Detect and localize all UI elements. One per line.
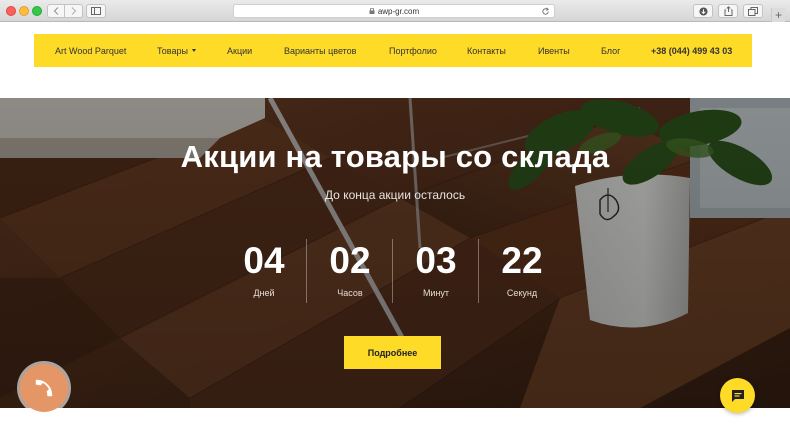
tabs-icon: [748, 6, 758, 16]
url-text: awp-gr.com: [377, 6, 420, 16]
nav-item-events[interactable]: Ивенты: [538, 34, 570, 67]
nav-item-label: Товары: [157, 45, 188, 56]
hero-title: Акции на товары со склада: [180, 139, 610, 174]
phone-icon: [35, 379, 53, 397]
chevron-left-icon: [53, 7, 59, 15]
countdown-seconds: 22 Секунд: [482, 240, 562, 299]
forward-button[interactable]: [65, 4, 83, 18]
countdown-label: Минут: [422, 288, 450, 298]
chevron-right-icon: [71, 7, 76, 15]
site-header: Art Wood Parquet Товары Акции Варианты ц…: [34, 34, 752, 67]
hero-subtitle: До конца акции осталось: [324, 188, 466, 202]
back-button[interactable]: [47, 4, 65, 18]
chevron-down-icon: [191, 49, 196, 52]
nav-item-color-variants[interactable]: Варианты цветов: [284, 34, 356, 67]
minimize-window-button[interactable]: [19, 6, 29, 16]
downloads-button[interactable]: [693, 4, 713, 18]
countdown-value: 22: [501, 240, 543, 281]
sidebar-toggle-button[interactable]: [86, 4, 106, 18]
countdown-value: 02: [329, 240, 371, 281]
browser-toolbar: awp-gr.com +: [0, 0, 790, 22]
chat-icon: [731, 389, 744, 402]
zoom-window-button[interactable]: [32, 6, 42, 16]
tab-overview-button[interactable]: [743, 4, 763, 18]
brand-logo-link[interactable]: Art Wood Parquet: [55, 34, 126, 67]
chat-button[interactable]: [720, 378, 755, 413]
countdown-hours: 02 Часов: [310, 240, 390, 299]
reload-icon[interactable]: [541, 7, 550, 16]
download-icon: [698, 6, 708, 16]
countdown-days: 04 Дней: [224, 240, 304, 299]
countdown-divider: [306, 239, 307, 303]
close-window-button[interactable]: [6, 6, 16, 16]
countdown-value: 03: [415, 240, 457, 281]
phone-link[interactable]: +38 (044) 499 43 03: [651, 34, 732, 67]
callback-button[interactable]: [20, 364, 68, 412]
nav-item-promotions[interactable]: Акции: [227, 34, 252, 67]
countdown-divider: [478, 239, 479, 303]
hero-section: Акции на товары со склада До конца акции…: [0, 98, 790, 408]
share-button[interactable]: [718, 4, 738, 18]
share-icon: [724, 6, 732, 16]
countdown-label: Часов: [337, 288, 363, 298]
countdown-label: Дней: [253, 288, 275, 298]
more-details-button[interactable]: Подробнее: [344, 336, 441, 369]
sidebar-icon: [91, 7, 101, 15]
address-bar[interactable]: awp-gr.com: [233, 4, 555, 18]
lock-icon: [369, 8, 375, 14]
new-tab-button[interactable]: +: [771, 8, 785, 22]
nav-item-blog[interactable]: Блог: [601, 34, 620, 67]
nav-item-products[interactable]: Товары: [157, 34, 196, 67]
countdown-label: Секунд: [506, 288, 538, 298]
countdown-minutes: 03 Минут: [396, 240, 476, 299]
countdown-divider: [392, 239, 393, 303]
nav-item-portfolio[interactable]: Портфолио: [389, 34, 437, 67]
nav-item-contacts[interactable]: Контакты: [467, 34, 506, 67]
countdown-value: 04: [243, 240, 285, 281]
